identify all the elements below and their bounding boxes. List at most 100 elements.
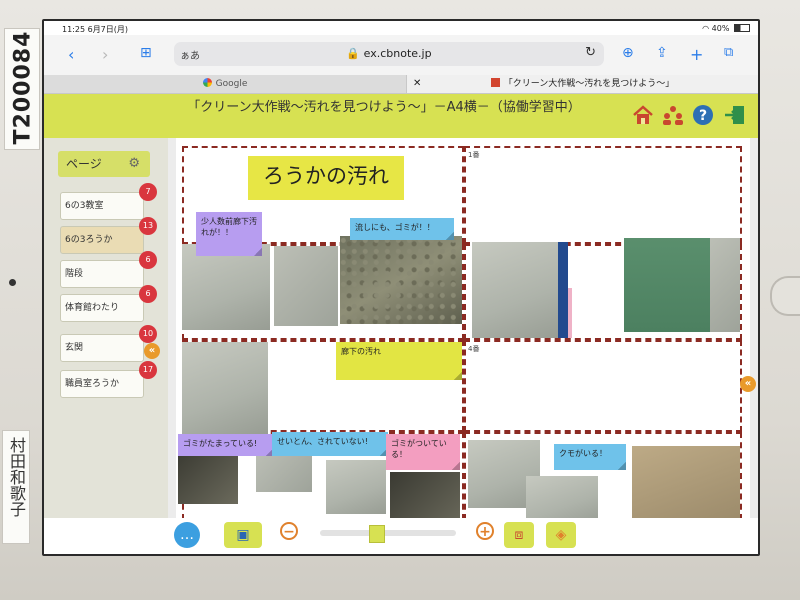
tab-google[interactable]: Google: [44, 75, 407, 93]
a4-sheet: 1番 2番 4番 ろうかの汚れ: [176, 138, 750, 518]
page-item-label: 玄関: [65, 343, 84, 353]
back-icon[interactable]: ‹: [68, 45, 74, 64]
page-list-panel: ページ ⚙ 6の3教室 7 6の3ろうか 13 階段 6 体育館わたり 6 玄関…: [44, 138, 168, 518]
page-count-badge: 13: [139, 217, 157, 235]
id-sticker: T200084: [4, 28, 40, 150]
photo-green-corridor[interactable]: [624, 238, 710, 332]
note-canvas[interactable]: 1番 2番 4番 ろうかの汚れ: [168, 138, 758, 518]
tab-cbnote[interactable]: ✕ 「クリーン大作戦～汚れを見つけよう～」: [407, 75, 758, 93]
photo-blue-edge: [558, 242, 568, 338]
sticky-note[interactable]: 流しにも、ゴミが！！: [350, 218, 454, 240]
page-item-gym-passage[interactable]: 体育館わたり 6: [60, 285, 157, 322]
photo-sink-floor[interactable]: [472, 242, 562, 338]
zoom-slider-knob[interactable]: [369, 525, 385, 543]
page-count-badge: 17: [139, 361, 157, 379]
reload-icon[interactable]: ↻: [585, 45, 596, 60]
layers-icon[interactable]: ◈: [546, 522, 576, 548]
page-item-label: 6の3ろうか: [65, 235, 113, 245]
zoom-in-icon[interactable]: +: [476, 522, 494, 540]
gear-icon[interactable]: ⚙: [128, 151, 140, 177]
page-item-stairs[interactable]: 階段 6: [60, 251, 157, 288]
page-list-title: ページ: [66, 157, 102, 171]
google-favicon: [202, 78, 212, 87]
status-right: ◠ 40%: [702, 24, 750, 33]
sticky-note[interactable]: ゴミがついている！: [386, 434, 460, 470]
grid-cell: 1番: [464, 146, 742, 244]
grid-cell: 4番: [464, 340, 742, 432]
page-count-badge: 7: [139, 183, 157, 201]
photo-floor-dust[interactable]: [526, 476, 598, 518]
page-item-label: 6の3教室: [65, 201, 104, 211]
photo-messy-items[interactable]: [256, 452, 312, 492]
page-item-entrance[interactable]: 玄関 10: [60, 325, 157, 362]
tabs-overview-icon[interactable]: ⧉: [724, 45, 733, 60]
page-count-badge: 6: [139, 251, 157, 269]
page-item-label: 職員室ろうか: [65, 379, 120, 389]
page-item-label: 階段: [65, 269, 84, 279]
bookmarks-icon[interactable]: ⊞: [140, 45, 152, 61]
url-value: ex.cbnote.jp: [363, 47, 432, 60]
crop-icon[interactable]: ⧈: [504, 522, 534, 548]
address-bar[interactable]: ぁあ 🔒 ex.cbnote.jp ↻: [174, 42, 604, 66]
chat-icon[interactable]: …: [174, 522, 200, 548]
home-icon[interactable]: [632, 104, 654, 126]
page-item-staffroom-hallway[interactable]: 職員室ろうか 17: [60, 361, 157, 398]
status-bar: 11:25 6月7日(月) ◠ 40%: [44, 21, 758, 35]
photo-dirty-object[interactable]: [390, 472, 460, 518]
cell-number: 1番: [468, 151, 480, 159]
zoom-out-icon[interactable]: −: [280, 522, 298, 540]
app-header: 「クリーン大作戦～汚れを見つけよう～」－A4横－（協働学習中） ?: [44, 94, 758, 138]
collapse-panel-icon[interactable]: «: [144, 343, 160, 359]
status-time: 11:25 6月7日(月): [62, 25, 129, 34]
battery-percent: 40%: [711, 24, 730, 33]
photo-pink-edge: [568, 288, 572, 338]
wifi-icon: ◠: [702, 24, 712, 33]
tablet-screen: 11:25 6月7日(月) ◠ 40% ‹ › ⊞ ぁあ 🔒 ex.cbnote…: [42, 19, 760, 556]
tab-bar: Google ✕ 「クリーン大作戦～汚れを見つけよう～」: [44, 75, 758, 94]
camera-icon: [9, 279, 16, 286]
zoom-slider[interactable]: [320, 525, 456, 543]
help-icon[interactable]: ?: [692, 104, 714, 126]
sticky-note[interactable]: 少人数前廊下汚れが！！: [196, 212, 262, 256]
share-icon[interactable]: ⇪: [656, 45, 668, 61]
photo-drain[interactable]: [178, 450, 238, 504]
cbnote-favicon: [490, 78, 500, 87]
page-title: 「クリーン大作戦～汚れを見つけよう～」－A4横－（協働学習中）: [187, 100, 581, 115]
close-tab-icon[interactable]: ✕: [413, 75, 421, 93]
title-card[interactable]: ろうかの汚れ: [248, 156, 404, 200]
url-text: 🔒 ex.cbnote.jp: [346, 47, 432, 60]
photo-hallway-floor[interactable]: [274, 246, 338, 326]
page-item-6-3-hallway[interactable]: 6の3ろうか 13: [60, 217, 157, 254]
page-item-label: 体育館わたり: [65, 303, 120, 313]
photo-floor-stain[interactable]: [182, 342, 268, 434]
photo-floor-items[interactable]: [326, 460, 386, 514]
id-sticker-text: T200084: [10, 30, 36, 145]
expand-panel-icon[interactable]: «: [740, 376, 756, 392]
page-count-badge: 10: [139, 325, 157, 343]
new-tab-icon[interactable]: +: [690, 45, 703, 64]
tab-cbnote-label: 「クリーン大作戦～汚れを見つけよう～」: [503, 79, 675, 89]
photo-icon[interactable]: ▣: [224, 522, 262, 548]
sticky-note[interactable]: ゴミがたまっている!: [178, 434, 274, 456]
battery-icon: [734, 24, 750, 32]
sticky-note[interactable]: せいとん、されていない!: [272, 432, 388, 456]
photo-rough-floor[interactable]: [340, 236, 462, 324]
tablet-device: T200084 村田和歌子 11:25 6月7日(月) ◠ 40% ‹ › ⊞ …: [0, 0, 800, 600]
tab-google-label: Google: [215, 79, 248, 89]
name-sticker: 村田和歌子: [2, 430, 30, 544]
sticky-note[interactable]: 廊下の汚れ: [336, 342, 462, 380]
bottom-toolbar: … ▣ − + ⧈ ◈: [44, 518, 758, 554]
photo-hallway-floor[interactable]: [182, 244, 270, 330]
exit-icon[interactable]: [724, 104, 746, 126]
forward-icon[interactable]: ›: [102, 45, 108, 64]
photo-pillar[interactable]: [710, 238, 740, 332]
svg-text:?: ?: [699, 108, 707, 124]
page-item-6-3-classroom[interactable]: 6の3教室 7: [60, 183, 157, 220]
home-button[interactable]: [770, 276, 800, 316]
group-icon[interactable]: [662, 104, 684, 126]
sticky-note[interactable]: クモがいる！: [554, 444, 626, 470]
photo-spider-area[interactable]: [632, 446, 740, 518]
download-icon[interactable]: ⊕: [622, 45, 634, 61]
page-list-header: ページ ⚙: [58, 151, 150, 177]
browser-toolbar: ‹ › ⊞ ぁあ 🔒 ex.cbnote.jp ↻ ⊕ ⇪ + ⧉: [44, 35, 758, 75]
